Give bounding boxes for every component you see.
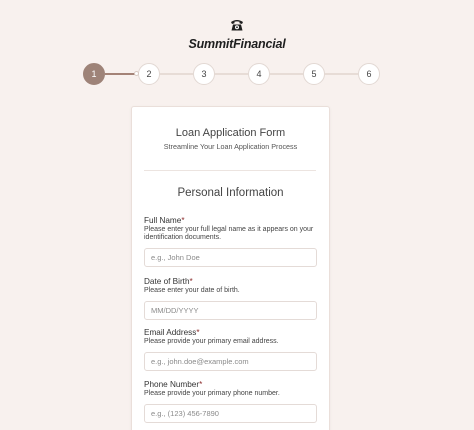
- field-help-text: Please enter your date of birth.: [144, 287, 240, 294]
- step-5[interactable]: 5: [303, 63, 325, 85]
- brand-name: SummitFinancial: [188, 37, 286, 51]
- field-help-text: Please provide your primary phone number…: [144, 390, 280, 397]
- step-connector: [105, 71, 139, 76]
- step-2[interactable]: 2: [138, 63, 160, 85]
- required-mark: *: [181, 216, 185, 225]
- form-card: Loan Application Form Streamline Your Lo…: [131, 106, 330, 430]
- step-connector: [160, 73, 193, 75]
- step-connector: [215, 73, 248, 75]
- form-title: Loan Application Form: [175, 127, 286, 139]
- field-help-text: Please provide your primary email addres…: [144, 338, 279, 345]
- step-3[interactable]: 3: [193, 63, 215, 85]
- field-label: Date of Birth*: [144, 277, 193, 286]
- phone-number-field: Phone Number* Please provide your primar…: [144, 380, 318, 423]
- email-field: Email Address* Please provide your prima…: [144, 328, 318, 371]
- required-mark: *: [199, 380, 203, 389]
- step-connector: [325, 73, 358, 75]
- field-help-text: Please enter your full legal name as it …: [144, 226, 314, 241]
- section-title: Personal Information: [177, 187, 284, 199]
- field-label: Full Name*: [144, 216, 185, 225]
- required-mark: *: [189, 277, 193, 286]
- field-label: Email Address*: [144, 328, 200, 337]
- progress-stepper: 1 2 3 4 5 6: [83, 62, 380, 86]
- date-of-birth-field: Date of Birth* Please enter your date of…: [144, 277, 318, 320]
- full-name-input[interactable]: [144, 248, 317, 267]
- divider: [144, 170, 316, 171]
- step-connector: [270, 73, 303, 75]
- brand-header: SummitFinancial: [0, 18, 474, 51]
- date-of-birth-input[interactable]: [144, 301, 317, 320]
- field-label: Phone Number*: [144, 380, 203, 389]
- phone-number-input[interactable]: [144, 404, 317, 423]
- step-6[interactable]: 6: [358, 63, 380, 85]
- telephone-icon: [230, 18, 244, 31]
- required-mark: *: [196, 328, 200, 337]
- form-subtitle: Streamline Your Loan Application Process: [163, 142, 298, 151]
- email-input[interactable]: [144, 352, 317, 371]
- full-name-field: Full Name* Please enter your full legal …: [144, 216, 318, 267]
- step-4[interactable]: 4: [248, 63, 270, 85]
- step-1[interactable]: 1: [83, 63, 105, 85]
